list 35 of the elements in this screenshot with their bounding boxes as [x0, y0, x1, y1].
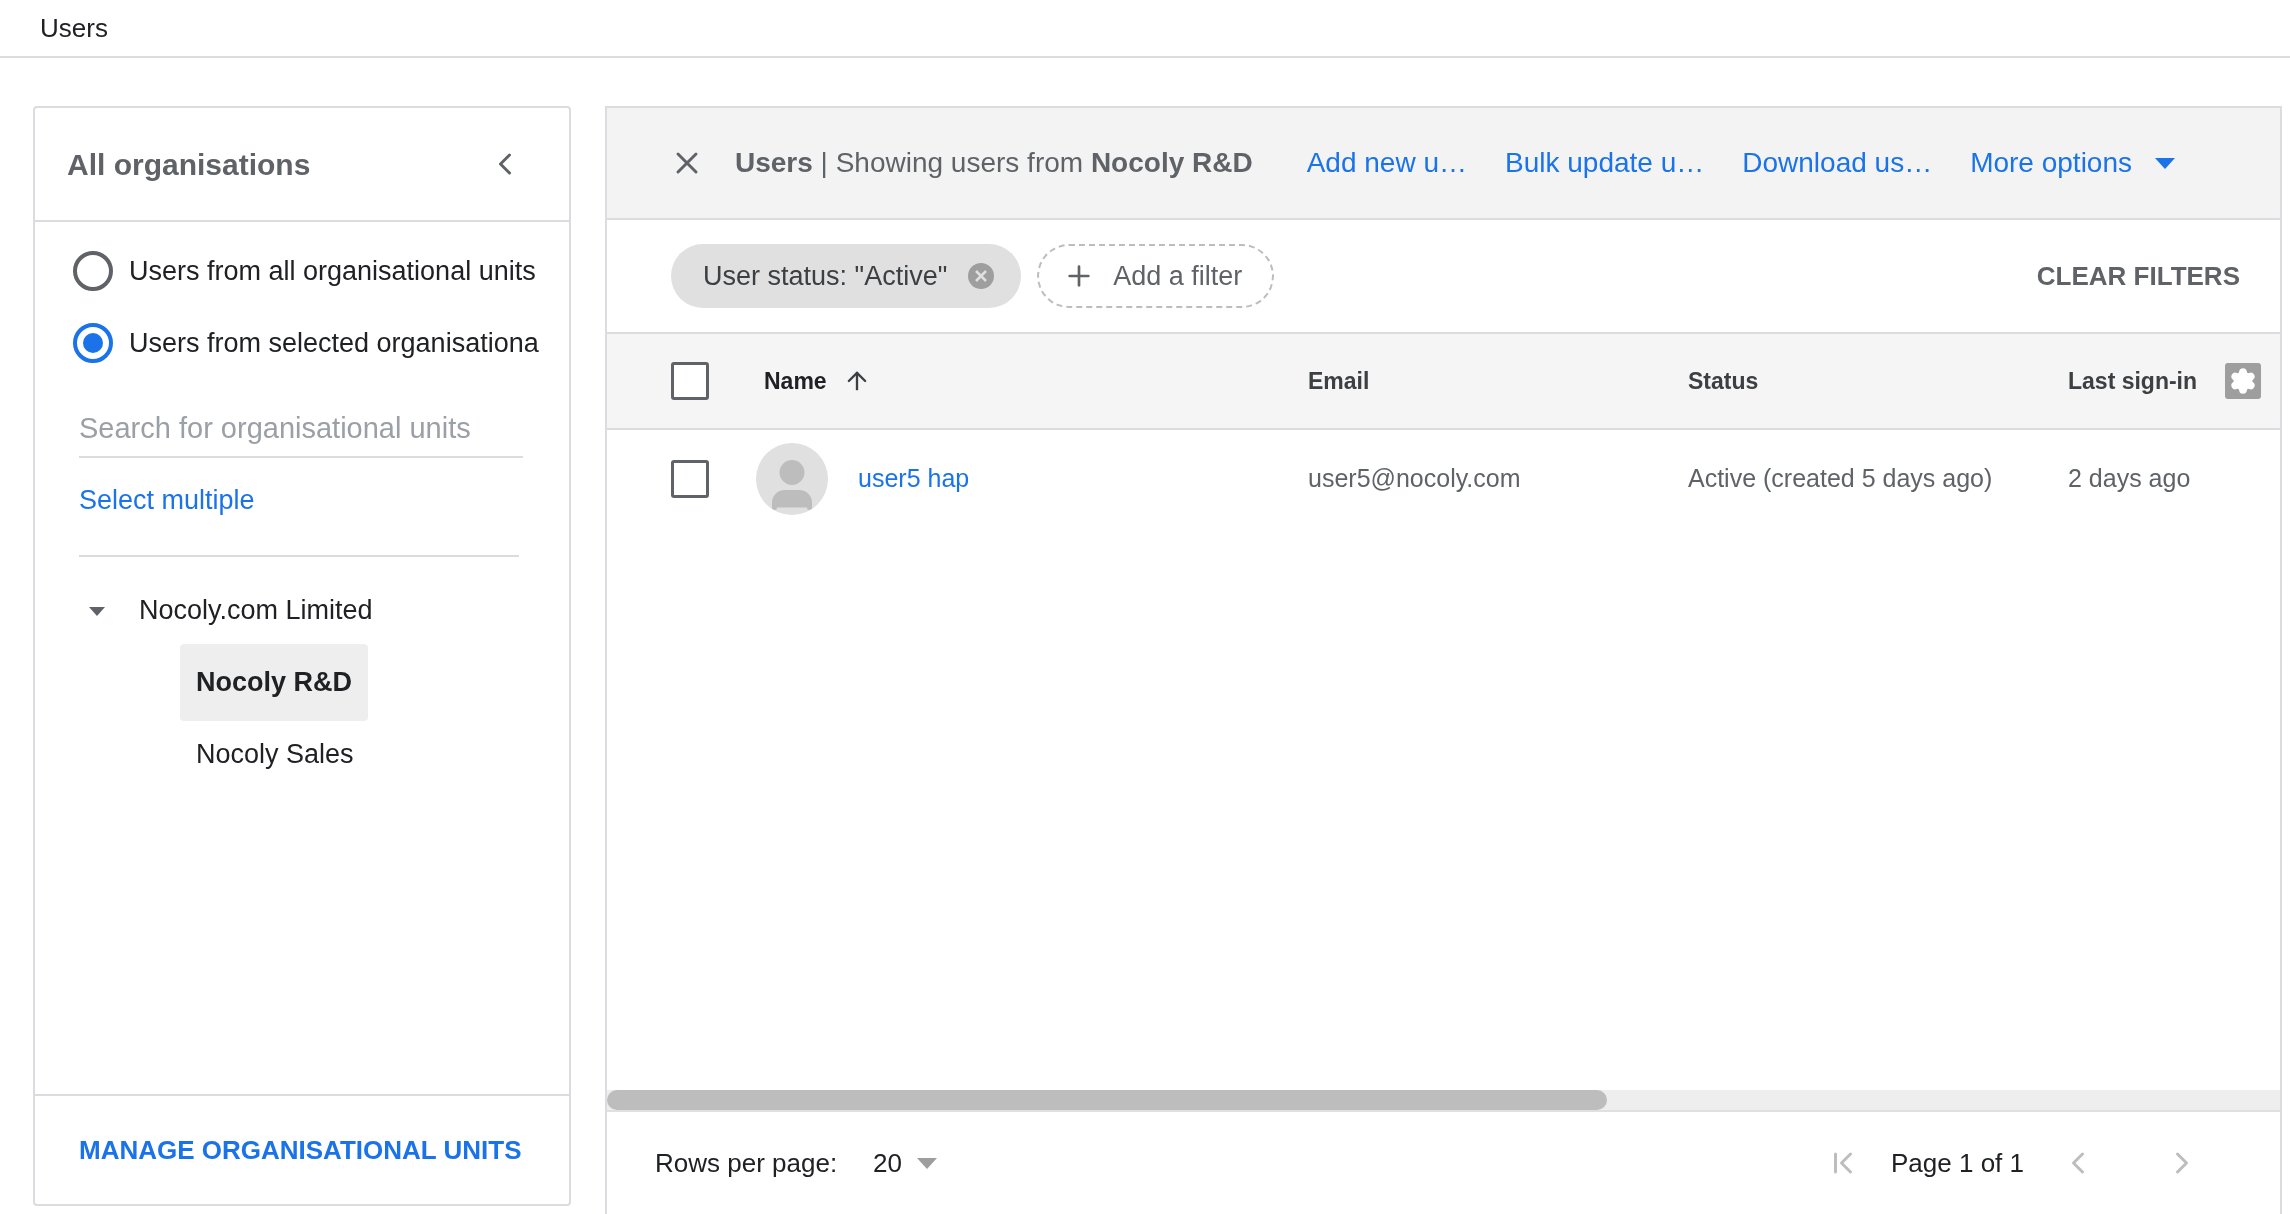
horizontal-scrollbar[interactable]	[607, 1090, 2280, 1110]
caret-icon	[916, 1156, 939, 1170]
column-header[interactable]: Email	[1308, 363, 1370, 399]
manage-units-button[interactable]: MANAGE ORGANISATIONAL UNITS	[79, 1130, 522, 1170]
radio-option[interactable]: Users from selected organisationa	[35, 312, 569, 374]
column-header[interactable]: Name	[764, 363, 827, 399]
rows-per-page-select[interactable]: 20	[873, 1143, 939, 1183]
checkbox[interactable]	[671, 362, 709, 400]
column-header[interactable]: Status	[1688, 363, 1759, 399]
action-link[interactable]: Add new u…	[1306, 142, 1467, 184]
user-name-link[interactable]: user5 hap	[858, 460, 970, 498]
table-cell-text: user5@nocoly.com	[1308, 463, 1522, 495]
caret-icon	[2154, 156, 2176, 170]
tree-item[interactable]: Nocoly.com Limited	[123, 576, 389, 645]
select-multiple-link[interactable]: Select multiple	[79, 480, 255, 521]
panel-heading: Users | Showing users from Nocoly R&D	[735, 146, 1253, 180]
rows-per-page-label: Rows per page:	[655, 1146, 838, 1180]
add-filter-button[interactable]: Add a filter	[1037, 244, 1275, 308]
tree-item[interactable]: Nocoly R&D	[180, 644, 368, 721]
column-header[interactable]: Last sign-in	[2068, 363, 2198, 399]
table-cell-text: 2 days ago	[2068, 463, 2192, 495]
page-indicator: Page 1 of 1	[1891, 1146, 2024, 1180]
filter-chip[interactable]: User status: "Active"	[671, 244, 1022, 308]
search-field[interactable]: Search for organisational units	[79, 400, 523, 458]
page-title: Users	[40, 11, 108, 45]
action-link[interactable]: Bulk update u…	[1505, 142, 1705, 184]
action-link[interactable]: Download us…	[1742, 142, 1933, 184]
panel-title: All organisations	[67, 146, 311, 183]
more-options-button[interactable]: More options	[1970, 142, 2176, 184]
table-row[interactable]: user5 hap user5@nocoly.com Active (created 5 days ago) 2 days ago	[607, 430, 2280, 528]
radio-option[interactable]: Users from all organisational units	[35, 240, 569, 302]
clear-filters-button[interactable]: CLEAR FILTERS	[2036, 256, 2240, 296]
settings-icon[interactable]	[2225, 363, 2262, 399]
checkbox[interactable]	[671, 460, 709, 498]
table-cell-text: Active (created 5 days ago)	[1688, 463, 1994, 495]
